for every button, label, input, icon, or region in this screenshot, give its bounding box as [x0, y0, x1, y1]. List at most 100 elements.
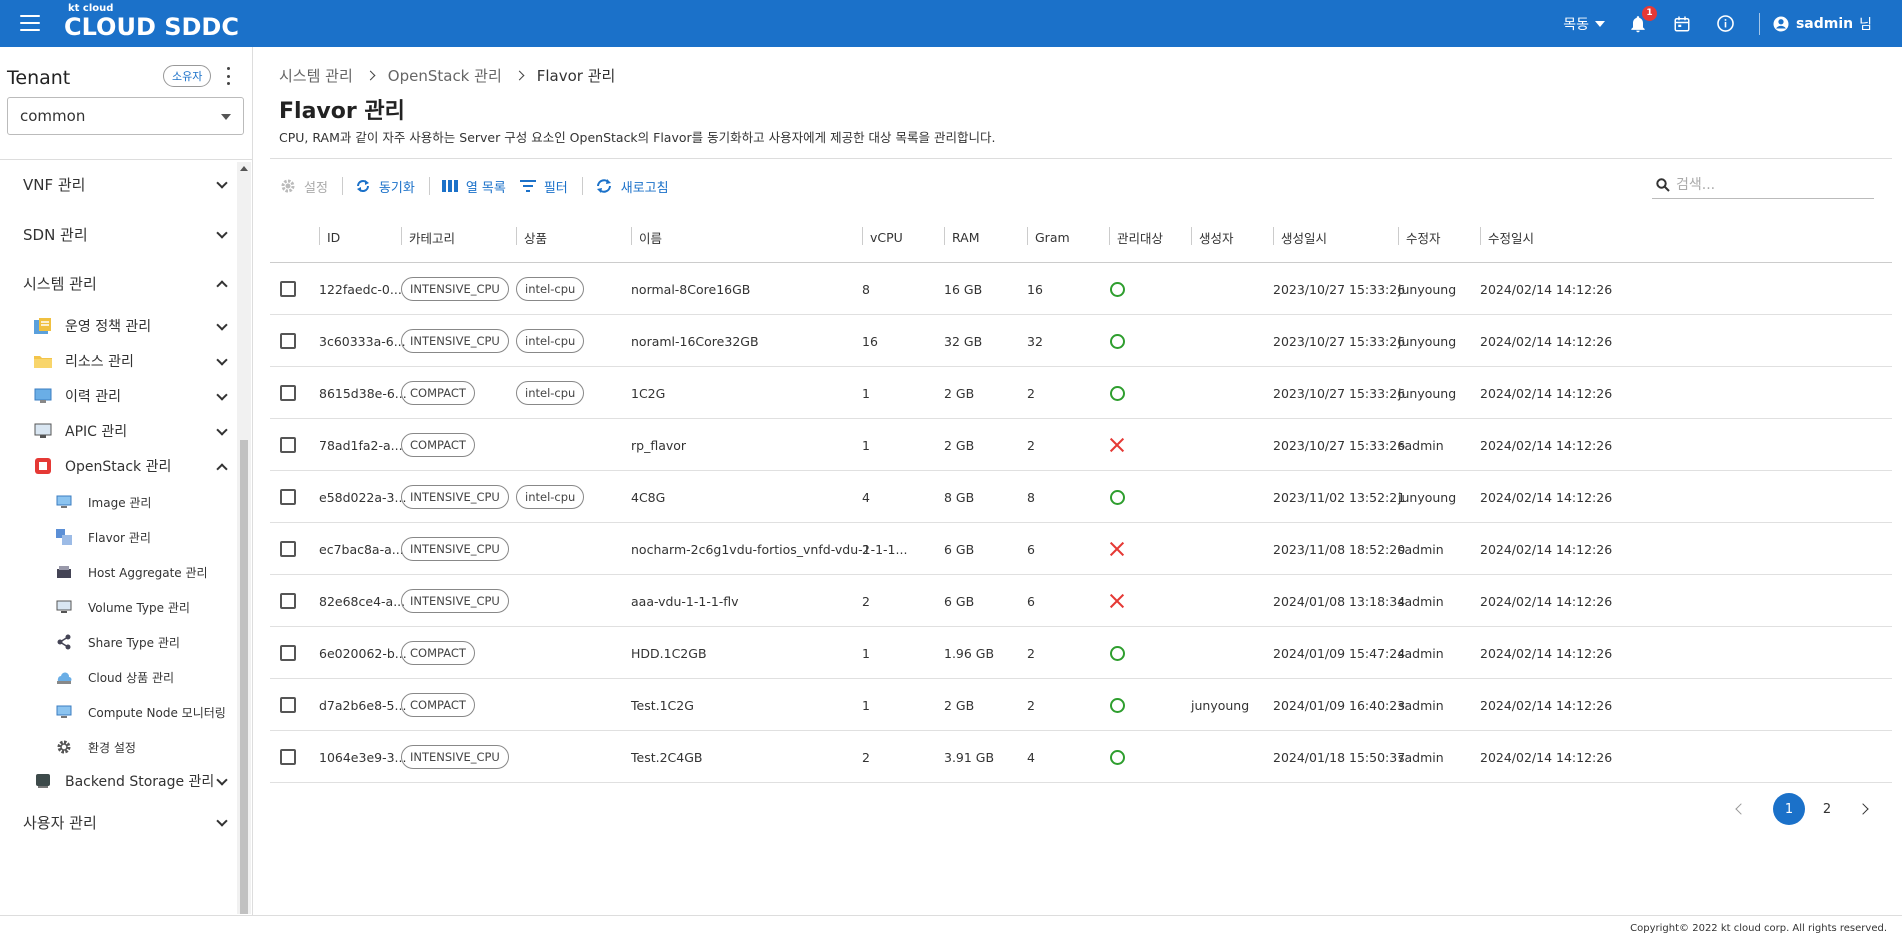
table-row[interactable]: d7a2b6e8-5... COMPACT Test.1C2G 1 2 GB 2 junyo…: [270, 679, 1892, 731]
sidebar-item-backend-storage[interactable]: Backend Storage 관리: [0, 766, 236, 796]
page-button[interactable]: 1: [1773, 793, 1805, 825]
sidebar-item-env-settings[interactable]: 환경 설정: [0, 732, 236, 762]
table-row[interactable]: 78ad1fa2-a... COMPACT rp_flavor 1 2 GB 2 2023/…: [270, 419, 1892, 471]
row-checkbox[interactable]: [280, 645, 296, 661]
column-header-vcpu[interactable]: vCPU: [862, 211, 903, 263]
monitor-icon: [33, 422, 53, 440]
owner-chip[interactable]: 소유자: [163, 65, 212, 87]
sidebar-item-system[interactable]: 시스템 관리: [0, 268, 236, 298]
cell-gram: 2: [1027, 437, 1035, 453]
sidebar-item-ops-policy[interactable]: 운영 정책 관리: [0, 311, 236, 341]
table-row[interactable]: 122faedc-0... INTENSIVE_CPU intel-cpu norma…: [270, 263, 1892, 315]
sidebar-item-label: 시스템 관리: [23, 274, 97, 293]
cell-id: 82e68ce4-a...: [319, 593, 406, 609]
cell-category: INTENSIVE_CPU: [401, 523, 509, 575]
breadcrumb-item[interactable]: OpenStack 관리: [388, 65, 502, 86]
row-checkbox[interactable]: [280, 593, 296, 609]
tenant-select-value: common: [20, 107, 86, 125]
region-dropdown[interactable]: 목동: [1563, 14, 1605, 34]
column-header-name[interactable]: 이름: [631, 211, 662, 263]
check-circle-icon: [1110, 749, 1125, 765]
column-header-modified[interactable]: 수정일시: [1480, 211, 1534, 263]
sidebar-item-user-mgmt[interactable]: 사용자 관리: [0, 807, 236, 837]
sidebar-item-flavor[interactable]: Flavor 관리: [0, 522, 236, 552]
sidebar-item-host-aggregate[interactable]: Host Aggregate 관리: [0, 557, 236, 587]
column-header-product[interactable]: 상품: [516, 211, 547, 263]
column-header-managed[interactable]: 관리대상: [1109, 211, 1163, 263]
cell-vcpu: 4: [862, 489, 870, 505]
notification-bell-icon[interactable]: 1: [1627, 5, 1657, 35]
table-row[interactable]: 8615d38e-6... COMPACT intel-cpu 1C2G 1 2 GB 2 2…: [270, 367, 1892, 419]
sidebar-item-image[interactable]: Image 관리: [0, 487, 236, 517]
chevron-left-icon[interactable]: [1735, 803, 1747, 815]
row-checkbox-cell: [280, 575, 296, 627]
sidebar-scrollbar[interactable]: [237, 162, 251, 914]
menu-icon[interactable]: [20, 15, 40, 31]
column-header-category[interactable]: 카테고리: [401, 211, 455, 263]
row-checkbox[interactable]: [280, 437, 296, 453]
table-row[interactable]: ec7bac8a-a... INTENSIVE_CPU nocharm-2c6g1v…: [270, 523, 1892, 575]
columns-button[interactable]: 열 목록: [441, 177, 506, 196]
row-checkbox[interactable]: [280, 749, 296, 765]
column-header-ram[interactable]: RAM: [944, 211, 980, 263]
cell-id: e58d022a-3...: [319, 489, 407, 505]
cell-created: 2023/10/27 15:33:26: [1273, 333, 1406, 349]
table-row[interactable]: e58d022a-3... INTENSIVE_CPU intel-cpu 4C8G 4…: [270, 471, 1892, 523]
info-icon[interactable]: [1715, 13, 1737, 35]
sidebar-item-cloud-product[interactable]: Cloud 상품 관리: [0, 662, 236, 692]
close-icon: [1110, 438, 1124, 452]
chevron-right-icon[interactable]: [1857, 803, 1869, 815]
sidebar-item-apic[interactable]: APIC 관리: [0, 416, 236, 446]
user-menu[interactable]: sadmin 님: [1772, 14, 1872, 34]
openstack-icon: [33, 457, 53, 475]
scrollbar-thumb[interactable]: [240, 440, 248, 914]
cell-created: 2024/01/08 13:18:34: [1273, 593, 1406, 609]
sidebar-item-openstack[interactable]: OpenStack 관리: [0, 451, 236, 481]
column-header-gram[interactable]: Gram: [1027, 211, 1070, 263]
chevron-down-icon: [216, 319, 228, 331]
table-row[interactable]: 82e68ce4-a... INTENSIVE_CPU aaa-vdu-1-1-1-…: [270, 575, 1892, 627]
sidebar-item-vnf[interactable]: VNF 관리: [0, 169, 236, 199]
column-header-id[interactable]: ID: [319, 211, 340, 263]
row-checkbox[interactable]: [280, 541, 296, 557]
sidebar-item-volume-type[interactable]: Volume Type 관리: [0, 592, 236, 622]
sidebar-item-share-type[interactable]: Share Type 관리: [0, 627, 236, 657]
cell-gram: 4: [1027, 749, 1035, 765]
row-checkbox[interactable]: [280, 385, 296, 401]
row-checkbox[interactable]: [280, 697, 296, 713]
filter-button[interactable]: 필터: [519, 177, 568, 196]
breadcrumb-item[interactable]: 시스템 관리: [279, 65, 353, 86]
settings-button[interactable]: 설정: [280, 177, 328, 196]
refresh-button[interactable]: 새로고침: [595, 177, 669, 196]
sidebar-item-history[interactable]: 이력 관리: [0, 381, 236, 411]
sidebar-item-label: Flavor 관리: [88, 530, 151, 545]
category-chip: COMPACT: [401, 433, 475, 457]
column-header-creator[interactable]: 생성자: [1191, 211, 1234, 263]
table-row[interactable]: 3c60333a-6... INTENSIVE_CPU intel-cpu noram…: [270, 315, 1892, 367]
column-header-modifier[interactable]: 수정자: [1398, 211, 1441, 263]
sync-button[interactable]: 동기화: [355, 177, 415, 196]
table-row[interactable]: 1064e3e9-3... INTENSIVE_CPU Test.2C4GB 2 3.9…: [270, 731, 1892, 783]
sidebar-item-resource[interactable]: 리소스 관리: [0, 346, 236, 376]
row-checkbox[interactable]: [280, 333, 296, 349]
sidebar-item-compute-node[interactable]: Compute Node 모니터링: [0, 697, 236, 727]
page-button[interactable]: 2: [1811, 793, 1843, 825]
sidebar-item-sdn[interactable]: SDN 관리: [0, 219, 236, 249]
tenant-select[interactable]: common: [7, 97, 244, 135]
search-input[interactable]: [1676, 176, 1866, 193]
row-checkbox[interactable]: [280, 281, 296, 297]
scroll-up-icon[interactable]: [240, 166, 248, 171]
compute-monitor-icon: [56, 704, 72, 720]
logo[interactable]: kt cloud CLOUD SDDC: [64, 4, 239, 41]
row-checkbox[interactable]: [280, 489, 296, 505]
table-row[interactable]: 6e020062-b... COMPACT HDD.1C2GB 1 1.96 GB 2 20…: [270, 627, 1892, 679]
more-vert-icon[interactable]: [225, 67, 231, 85]
cell-category: INTENSIVE_CPU: [401, 263, 509, 315]
cell-modifier: sadmin: [1398, 541, 1444, 557]
chevron-up-icon: [216, 280, 228, 292]
cell-gram: 16: [1027, 281, 1043, 297]
page-title: Flavor 관리: [279, 99, 405, 124]
calendar-icon[interactable]: [1671, 13, 1693, 35]
cloud-product-icon: [56, 669, 72, 685]
column-header-created[interactable]: 생성일시: [1273, 211, 1327, 263]
